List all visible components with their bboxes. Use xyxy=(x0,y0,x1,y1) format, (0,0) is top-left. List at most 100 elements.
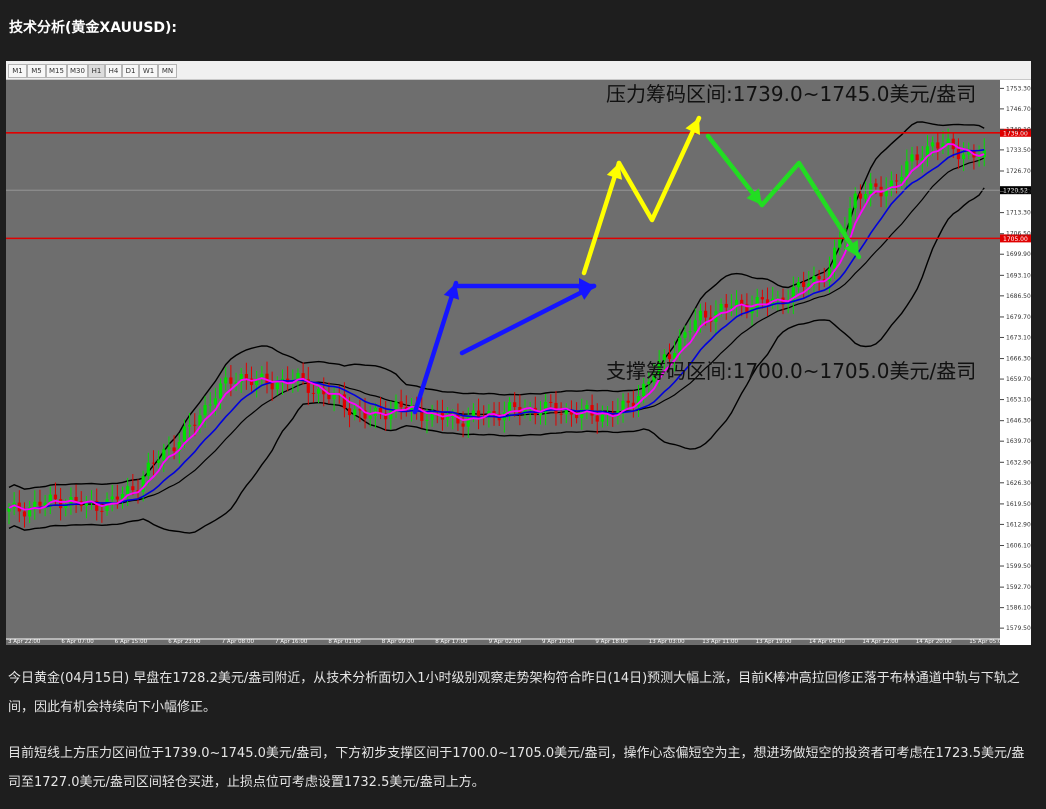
candle-body xyxy=(213,398,217,405)
candle-body xyxy=(203,405,207,416)
candle-body xyxy=(146,462,150,477)
timeframe-h1[interactable]: H1 xyxy=(88,64,105,78)
time-tick-label: 13 Apr 03:00 xyxy=(649,639,685,645)
candle-body xyxy=(585,405,589,410)
time-tick-label: 7 Apr 16:00 xyxy=(275,639,308,645)
candle-body xyxy=(905,161,909,177)
price-tick-label: 1639.70 xyxy=(1006,438,1031,445)
price-tick-label: 1659.70 xyxy=(1006,376,1031,383)
candle-body xyxy=(218,383,223,399)
price-tick-label: 1673.10 xyxy=(1006,334,1031,341)
price-tick-label: 1713.30 xyxy=(1006,210,1031,217)
candle-body xyxy=(977,157,981,159)
timeframe-m1[interactable]: M1 xyxy=(8,64,27,78)
timeframe-m5[interactable]: M5 xyxy=(27,64,46,78)
candle-body xyxy=(157,460,161,464)
timeframe-mn[interactable]: MN xyxy=(158,64,177,78)
candle-body xyxy=(853,193,857,209)
section-heading: 技术分析(黄金XAUUSD): xyxy=(9,20,178,36)
candle-body xyxy=(100,510,104,512)
candle-body xyxy=(595,415,599,422)
candle-body xyxy=(894,180,899,182)
candle-body xyxy=(869,183,873,195)
price-tick-label: 1693.10 xyxy=(1006,272,1031,279)
candle-body xyxy=(698,310,703,321)
candle-body xyxy=(182,426,187,442)
candle-body xyxy=(858,193,862,199)
price-tick-label: 1679.70 xyxy=(1006,314,1031,321)
candle-body xyxy=(833,247,837,269)
candle-body xyxy=(208,404,212,406)
time-tick-label: 14 Apr 20:00 xyxy=(916,639,952,645)
candle-body xyxy=(368,415,372,419)
candle-body xyxy=(575,414,579,419)
price-tick-label: 1653.10 xyxy=(1006,397,1031,404)
candle-body xyxy=(7,507,11,512)
candle-body xyxy=(626,400,630,403)
time-tick-label: 13 Apr 19:00 xyxy=(756,639,792,645)
time-tick-label: 9 Apr 18:00 xyxy=(595,639,628,645)
candle-body xyxy=(931,142,935,147)
candle-body xyxy=(466,415,470,427)
price-tick-label: 1699.90 xyxy=(1006,251,1031,258)
timeframe-w1[interactable]: W1 xyxy=(139,64,158,78)
timeframe-m15[interactable]: M15 xyxy=(46,64,67,78)
candle-body xyxy=(38,501,42,506)
time-tick-label: 9 Apr 10:00 xyxy=(542,639,575,645)
price-tick-label: 1632.90 xyxy=(1006,459,1031,466)
price-tick-label: 1592.70 xyxy=(1006,584,1031,591)
candle-body xyxy=(244,373,248,379)
candle-body xyxy=(538,413,543,416)
price-tick-label: 1733.50 xyxy=(1006,147,1031,154)
time-tick-label: 8 Apr 17:00 xyxy=(435,639,468,645)
time-tick-label: 6 Apr 15:00 xyxy=(115,639,148,645)
price-tick-label: 1706.50 xyxy=(1006,231,1031,238)
price-tick-label: 1626.30 xyxy=(1006,480,1031,487)
support-annotation: 支撑筹码区间:1700.0~1705.0美元/盎司 xyxy=(606,359,976,383)
candle-body xyxy=(760,297,764,300)
candle-body xyxy=(33,501,37,508)
candle-body xyxy=(74,496,78,502)
price-tick-label: 1666.30 xyxy=(1006,356,1031,363)
price-tick-label: 1646.30 xyxy=(1006,418,1031,425)
candle-body xyxy=(729,306,733,308)
candle-body xyxy=(270,383,274,390)
price-tick-label: 1586.10 xyxy=(1006,605,1031,612)
time-tick-label: 6 Apr 07:00 xyxy=(61,639,94,645)
candle-body xyxy=(162,449,166,461)
candle-body xyxy=(874,183,878,187)
price-tick-label: 1726.70 xyxy=(1006,168,1031,175)
candle-body xyxy=(53,494,58,500)
candle-body xyxy=(151,462,156,464)
candle-body xyxy=(229,377,233,384)
candle-body xyxy=(719,303,723,312)
candle-body xyxy=(559,413,563,415)
candle-body xyxy=(461,423,465,427)
price-tick-label: 1599.50 xyxy=(1006,563,1031,570)
candle-body xyxy=(317,388,321,394)
price-tick-label: 1753.30 xyxy=(1006,85,1031,92)
time-tick-label: 13 Apr 11:00 xyxy=(702,639,738,645)
time-tick-label: 14 Apr 12:00 xyxy=(862,639,898,645)
candle-body xyxy=(848,208,852,229)
candle-body xyxy=(549,401,553,403)
time-tick-label: 8 Apr 01:00 xyxy=(328,639,361,645)
time-tick-label: 6 Apr 23:00 xyxy=(168,639,201,645)
candle-body xyxy=(796,282,801,288)
candle-body xyxy=(110,496,114,500)
time-tick-label: 14 Apr 04:00 xyxy=(809,639,845,645)
timeframe-d1[interactable]: D1 xyxy=(122,64,139,78)
candle-body xyxy=(724,303,728,308)
price-chart-panel: M1 M5 M15 M30 H1 H4 D1 W1 MN 1739.00 1705… xyxy=(6,61,1031,645)
time-tick-label: 9 Apr 02:00 xyxy=(489,639,522,645)
timeframe-h4[interactable]: H4 xyxy=(105,64,122,78)
price-tick-label: 1720.10 xyxy=(1006,188,1031,195)
candle-body xyxy=(167,447,171,450)
analysis-paragraph-1: 今日黄金(04月15日) 早盘在1728.2美元/盎司附近，从技术分析面切入1小… xyxy=(8,671,1020,715)
candle-body xyxy=(962,154,966,160)
timeframe-m30[interactable]: M30 xyxy=(67,64,88,78)
price-tick-label: 1619.50 xyxy=(1006,501,1031,508)
time-tick-label: 15 Apr 05:00 xyxy=(969,639,1005,645)
analysis-paragraph-2: 目前短线上方压力区间位于1739.0~1745.0美元/盎司，下方初步支撑区间于… xyxy=(8,746,1025,790)
candle-body xyxy=(347,408,352,416)
